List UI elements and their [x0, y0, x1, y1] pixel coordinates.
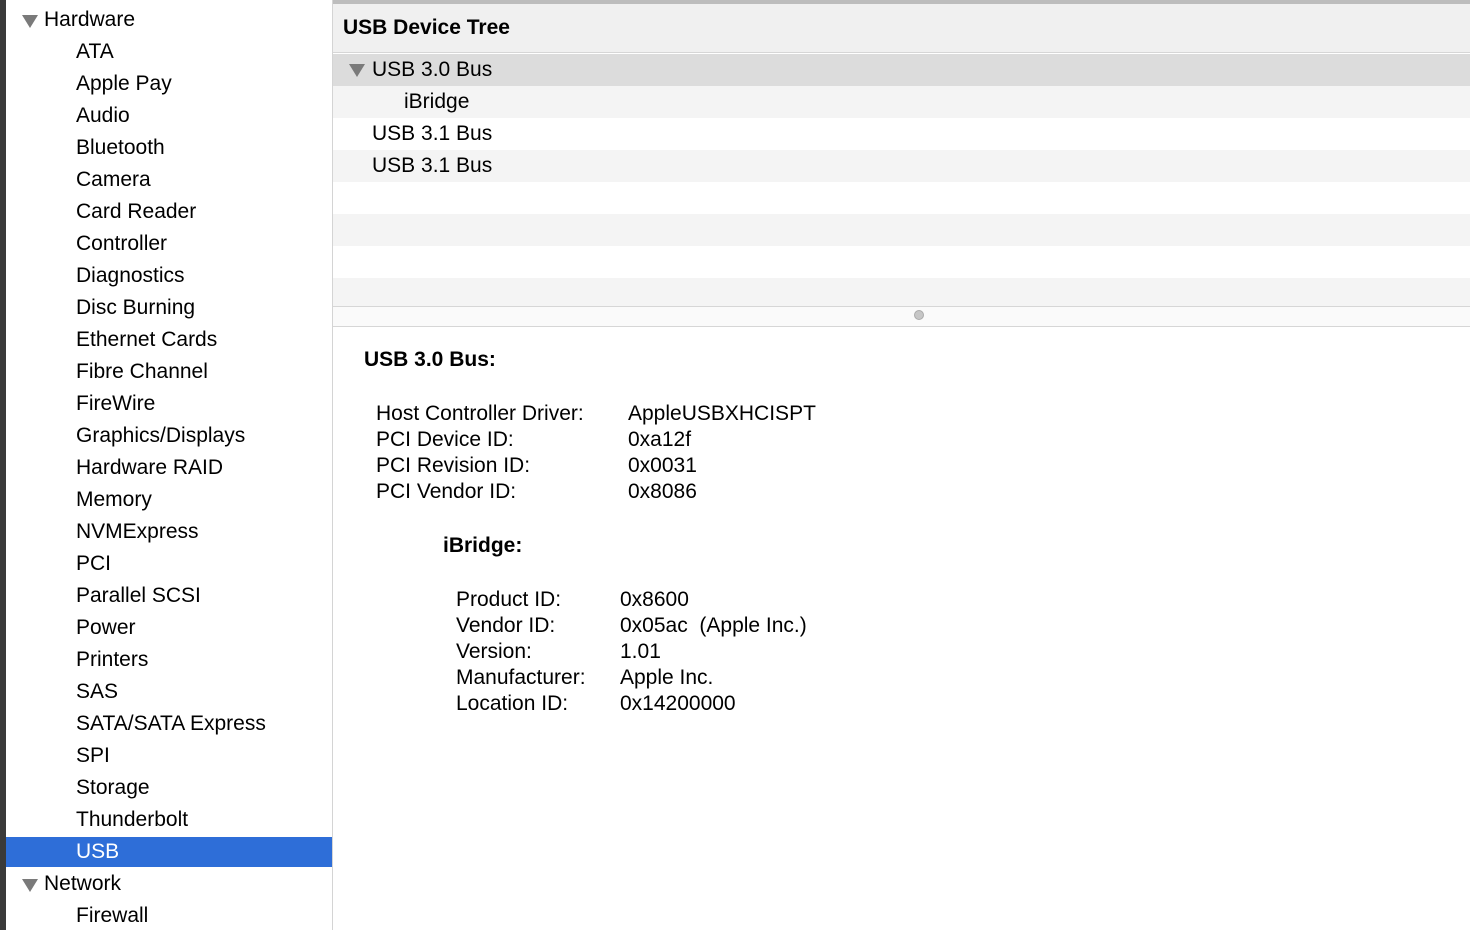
tree-row-empty: [333, 214, 1470, 246]
sidebar-item-label: Bluetooth: [76, 136, 165, 159]
tree-row-usb31-bus[interactable]: USB 3.1 Bus: [333, 150, 1470, 182]
detail-pane: USB 3.0 Bus: Host Controller Driver: App…: [333, 326, 1470, 930]
sidebar-item-storage[interactable]: Storage: [6, 773, 332, 803]
disclosure-triangle-icon[interactable]: [22, 15, 38, 28]
sidebar-item-sata-express[interactable]: SATA/SATA Express: [6, 709, 332, 739]
sidebar-item-label: SAS: [76, 680, 119, 703]
sidebar-item-pci[interactable]: PCI: [6, 549, 332, 579]
tree-row-label: USB 3.0 Bus: [372, 58, 493, 81]
sidebar-item-audio[interactable]: Audio: [6, 101, 332, 131]
sidebar-item-label: Controller: [76, 232, 168, 255]
field-label: PCI Revision ID:: [376, 454, 531, 477]
sidebar-item-ata[interactable]: ATA: [6, 37, 332, 67]
device-tree-header: USB Device Tree: [333, 4, 1470, 53]
tree-row-usb31-bus[interactable]: USB 3.1 Bus: [333, 118, 1470, 150]
sidebar-item-label: Camera: [76, 168, 151, 191]
tree-row-ibridge[interactable]: iBridge: [333, 86, 1470, 118]
tree-row-label: USB 3.1 Bus: [372, 154, 493, 177]
sidebar-section-network[interactable]: Network: [6, 869, 332, 899]
field-value: AppleUSBXHCISPT: [628, 402, 816, 425]
sidebar-item-label: Diagnostics: [76, 264, 185, 287]
field-label: PCI Device ID:: [376, 428, 514, 451]
sidebar-item-label: PCI: [76, 552, 112, 575]
field-value: 0x0031: [628, 454, 697, 477]
sidebar-item-label: Fibre Channel: [76, 360, 208, 383]
sidebar-section-hardware[interactable]: Hardware: [6, 5, 332, 35]
sidebar-item-label: NVMExpress: [76, 520, 199, 543]
sidebar-item-label: Graphics/Displays: [76, 424, 246, 447]
device-tree-title: USB Device Tree: [343, 16, 510, 39]
sidebar-item-label: Thunderbolt: [76, 808, 189, 831]
sidebar-item-label: Firewall: [76, 904, 149, 927]
sidebar-item-printers[interactable]: Printers: [6, 645, 332, 675]
sidebar-item-diagnostics[interactable]: Diagnostics: [6, 261, 332, 291]
divider-handle-icon[interactable]: [914, 310, 924, 320]
sidebar-item-apple-pay[interactable]: Apple Pay: [6, 69, 332, 99]
field-value: Apple Inc.: [620, 666, 714, 689]
disclosure-triangle-icon[interactable]: [349, 64, 365, 77]
sidebar-item-label: USB: [76, 840, 120, 863]
sidebar-section-label: Hardware: [44, 8, 136, 31]
field-value: 1.01: [620, 640, 661, 663]
sidebar-item-card-reader[interactable]: Card Reader: [6, 197, 332, 227]
field-label: PCI Vendor ID:: [376, 480, 517, 503]
sidebar-item-power[interactable]: Power: [6, 613, 332, 643]
sidebar-item-label: Apple Pay: [76, 72, 172, 95]
sidebar-item-controller[interactable]: Controller: [6, 229, 332, 259]
sidebar-item-spi[interactable]: SPI: [6, 741, 332, 771]
field-value: 0x14200000: [620, 692, 736, 715]
field-value: 0x8086: [628, 480, 697, 503]
sidebar-item-label: Audio: [76, 104, 130, 127]
sidebar-section-label: Network: [44, 872, 122, 895]
sidebar-item-label: ATA: [76, 40, 114, 63]
disclosure-triangle-icon[interactable]: [22, 879, 38, 892]
field-value: 0xa12f: [628, 428, 692, 451]
category-sidebar[interactable]: Hardware ATA Apple Pay Audio Bluetooth C…: [6, 0, 333, 930]
sidebar-item-thunderbolt[interactable]: Thunderbolt: [6, 805, 332, 835]
sidebar-item-label: Printers: [76, 648, 149, 671]
field-label: Version:: [456, 640, 532, 663]
sidebar-item-label: Storage: [76, 776, 150, 799]
sidebar-item-usb[interactable]: USB: [6, 837, 332, 867]
detail-title: USB 3.0 Bus:: [364, 348, 496, 371]
sidebar-item-graphics-displays[interactable]: Graphics/Displays: [6, 421, 332, 451]
sidebar-item-label: SATA/SATA Express: [76, 712, 266, 735]
field-value: 0x05ac (Apple Inc.): [620, 614, 807, 637]
sidebar-item-label: Power: [76, 616, 136, 639]
sidebar-item-ethernet-cards[interactable]: Ethernet Cards: [6, 325, 332, 355]
sidebar-item-label: FireWire: [76, 392, 156, 415]
sidebar-item-firewall[interactable]: Firewall: [6, 901, 332, 930]
sidebar-item-camera[interactable]: Camera: [6, 165, 332, 195]
field-label: Manufacturer:: [456, 666, 586, 689]
sidebar-item-hardware-raid[interactable]: Hardware RAID: [6, 453, 332, 483]
sidebar-item-label: Card Reader: [76, 200, 197, 223]
field-label: Host Controller Driver:: [376, 402, 584, 425]
sidebar-item-label: Disc Burning: [76, 296, 196, 319]
child-device-title: iBridge:: [443, 534, 523, 557]
split-view-divider[interactable]: [333, 306, 1470, 327]
sidebar-item-memory[interactable]: Memory: [6, 485, 332, 515]
sidebar-item-fibre-channel[interactable]: Fibre Channel: [6, 357, 332, 387]
sidebar-item-label: SPI: [76, 744, 110, 767]
sidebar-item-label: Memory: [76, 488, 152, 511]
sidebar-item-sas[interactable]: SAS: [6, 677, 332, 707]
field-label: Location ID:: [456, 692, 569, 715]
sidebar-item-firewire[interactable]: FireWire: [6, 389, 332, 419]
tree-row-empty: [333, 246, 1470, 278]
sidebar-item-label: Ethernet Cards: [76, 328, 218, 351]
tree-row-label: USB 3.1 Bus: [372, 122, 493, 145]
field-label: Product ID:: [456, 588, 562, 611]
field-label: Vendor ID:: [456, 614, 556, 637]
tree-row-empty: [333, 278, 1470, 306]
tree-row-label: iBridge: [404, 90, 470, 113]
sidebar-item-nvmexpress[interactable]: NVMExpress: [6, 517, 332, 547]
tree-row-usb30-bus[interactable]: USB 3.0 Bus: [333, 54, 1470, 86]
tree-row-empty: [333, 182, 1470, 214]
field-value: 0x8600: [620, 588, 689, 611]
sidebar-item-label: Hardware RAID: [76, 456, 224, 479]
sidebar-item-bluetooth[interactable]: Bluetooth: [6, 133, 332, 163]
sidebar-item-label: Parallel SCSI: [76, 584, 201, 607]
sidebar-item-parallel-scsi[interactable]: Parallel SCSI: [6, 581, 332, 611]
sidebar-item-disc-burning[interactable]: Disc Burning: [6, 293, 332, 323]
